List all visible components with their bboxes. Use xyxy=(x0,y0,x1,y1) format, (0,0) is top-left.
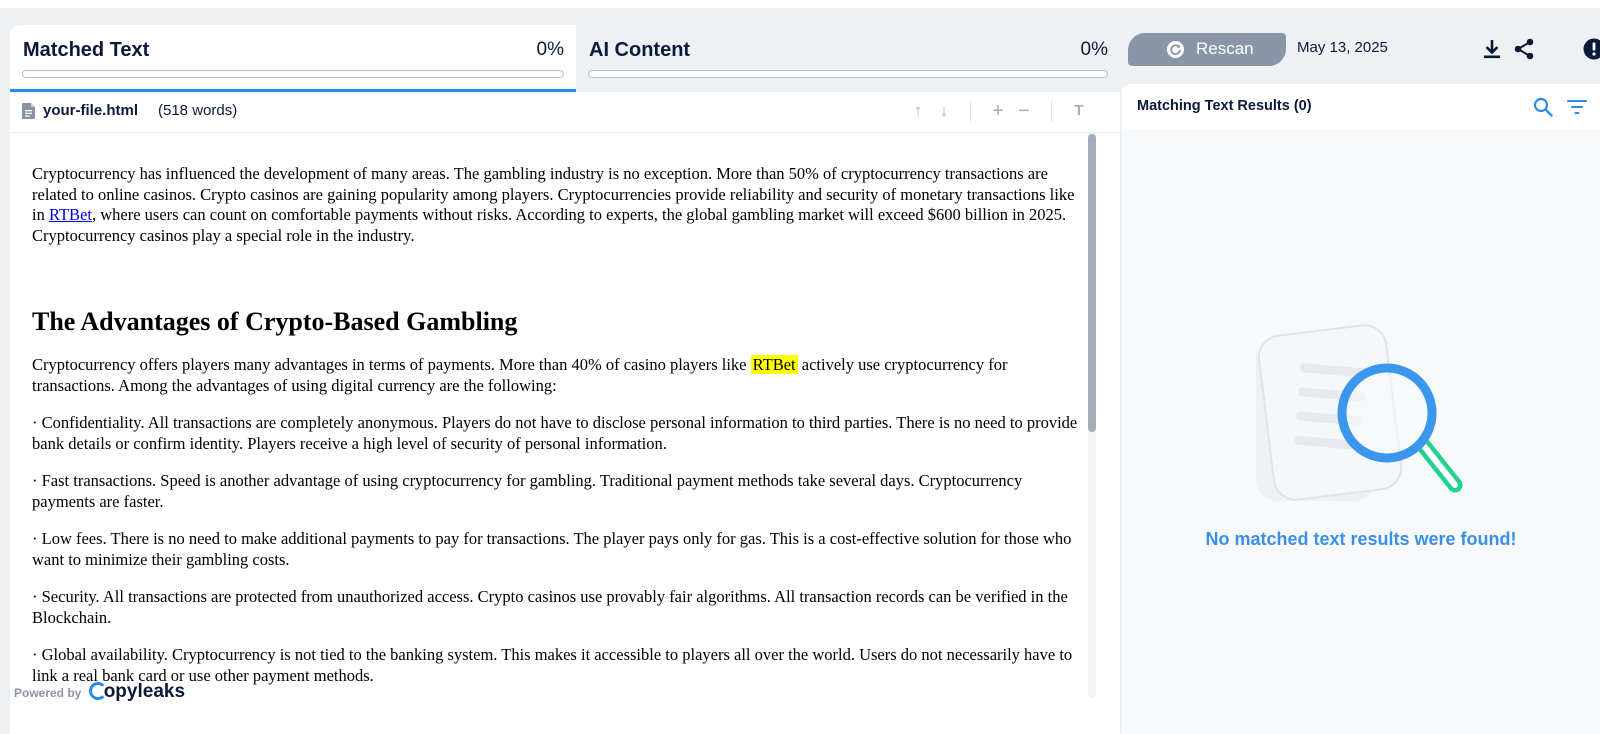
tab-bar: Matched Text 0% AI Content 0% xyxy=(10,25,1120,92)
section-heading: The Advantages of Crypto-Based Gambling xyxy=(32,307,518,336)
ai-content-progress-bar xyxy=(588,70,1108,78)
text-format-icon[interactable]: T xyxy=(1069,101,1089,121)
toolbar-divider xyxy=(970,100,971,122)
results-title: Matching Text Results (0) xyxy=(1137,98,1312,114)
tab-ai-content-percent: 0% xyxy=(1080,39,1108,60)
top-strip xyxy=(0,0,1600,8)
document-scrollbar[interactable] xyxy=(1088,132,1096,698)
file-toolbar: your-file.html (518 words) ↑ ↓ + − T xyxy=(10,92,1120,133)
arrow-down-icon[interactable]: ↓ xyxy=(934,101,954,121)
powered-by-label: Powered by xyxy=(14,686,82,700)
refresh-icon xyxy=(1166,40,1185,59)
empty-results-message: No matched text results were found! xyxy=(1205,529,1517,549)
bullet-security: · Security. All transactions are protect… xyxy=(32,587,1068,627)
results-panel: Matching Text Results (0) No matched tex… xyxy=(1122,84,1600,734)
search-icon[interactable] xyxy=(1533,97,1553,117)
toolbar-divider xyxy=(1051,100,1052,122)
scan-date: May 13, 2025 xyxy=(1297,39,1388,56)
file-icon xyxy=(22,103,35,119)
download-icon[interactable] xyxy=(1481,38,1503,60)
arrow-up-icon[interactable]: ↑ xyxy=(908,101,928,121)
alert-icon[interactable] xyxy=(1583,38,1600,60)
paragraph-advantages: Cryptocurrency offers players many advan… xyxy=(32,355,1080,396)
results-header: Matching Text Results (0) xyxy=(1122,84,1600,129)
document-content: Cryptocurrency has influenced the develo… xyxy=(32,164,1080,703)
bullet-global-availability: · Global availability. Cryptocurrency is… xyxy=(32,645,1073,685)
report-panel: Matched Text 0% AI Content 0% your-file.… xyxy=(10,25,1120,734)
highlighted-match: RTBet xyxy=(750,355,798,374)
bullet-low-fees: · Low fees. There is no need to make add… xyxy=(32,529,1072,569)
rtbet-link[interactable]: RTBet xyxy=(49,205,92,224)
matched-text-progress-bar xyxy=(22,70,564,78)
zoom-out-icon[interactable]: − xyxy=(1014,101,1034,121)
file-name: your-file.html xyxy=(43,102,139,119)
word-count: (518 words) xyxy=(158,102,238,119)
share-icon[interactable] xyxy=(1513,38,1535,60)
copyleaks-logo-text: opyleaks xyxy=(103,681,186,702)
advantages-text-1: Cryptocurrency offers players many advan… xyxy=(32,355,751,374)
tab-matched-text-label: Matched Text xyxy=(23,39,150,61)
bullet-fast-transactions: · Fast transactions. Speed is another ad… xyxy=(32,471,1023,511)
document-viewer: Cryptocurrency has influenced the develo… xyxy=(10,133,1100,708)
paragraph-intro: Cryptocurrency has influenced the develo… xyxy=(32,164,1080,246)
intro-text-2: , where users can count on comfortable p… xyxy=(32,205,1067,245)
tab-ai-content[interactable]: AI Content 0% xyxy=(576,25,1120,92)
copyleaks-logo: opyleaks xyxy=(87,681,185,702)
filter-icon[interactable] xyxy=(1566,98,1588,116)
powered-by: Powered by opyleaks xyxy=(14,681,185,703)
tab-matched-text[interactable]: Matched Text 0% xyxy=(10,25,576,92)
no-results-illustration xyxy=(1256,324,1463,501)
tab-ai-content-label: AI Content xyxy=(589,39,691,61)
rescan-button[interactable]: Rescan xyxy=(1128,33,1286,66)
rescan-label: Rescan xyxy=(1196,39,1254,58)
tab-matched-text-percent: 0% xyxy=(536,39,564,60)
scrollbar-thumb[interactable] xyxy=(1088,134,1096,432)
zoom-in-icon[interactable]: + xyxy=(988,101,1008,121)
bullet-confidentiality: · Confidentiality. All transactions are … xyxy=(32,413,1078,453)
